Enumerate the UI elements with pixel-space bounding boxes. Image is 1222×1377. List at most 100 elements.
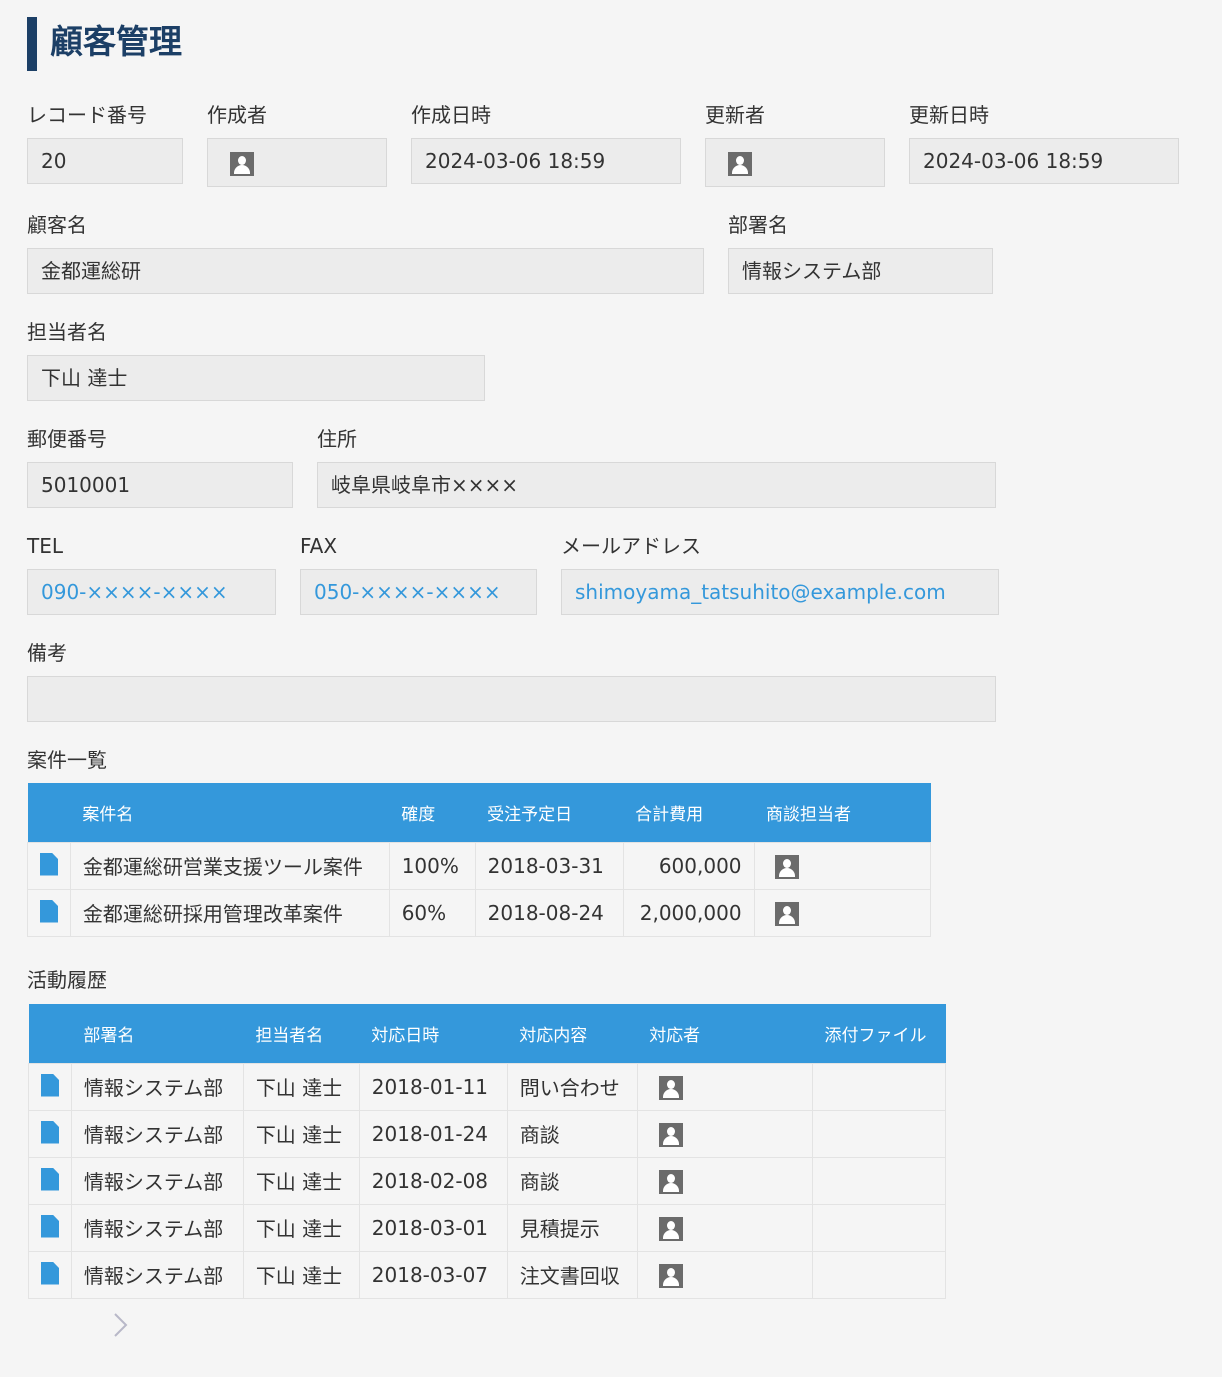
activity-attachment	[812, 1250, 946, 1299]
customer-name-field: 金都運総研	[27, 248, 704, 294]
user-icon[interactable]	[728, 152, 752, 176]
document-icon[interactable]	[41, 1261, 59, 1285]
activity-person: 下山 達士	[242, 1109, 360, 1158]
column-header: 対応内容	[507, 1004, 638, 1063]
activity-attachment	[812, 1203, 946, 1252]
table-row: 情報システム部 下山 達士 2018-02-08 商談	[28, 1156, 946, 1205]
document-icon[interactable]	[41, 1120, 59, 1144]
deal-probability: 60%	[388, 888, 476, 937]
user-icon[interactable]	[774, 854, 799, 879]
activity-attachment	[812, 1109, 946, 1158]
column-header: 対応日時	[359, 1004, 508, 1063]
column-header: 対応者	[637, 1004, 813, 1063]
updated-at-field: 2024-03-06 18:59	[909, 138, 1179, 184]
fax-link[interactable]: 050-××××-××××	[300, 569, 537, 615]
activity-content: 問い合わせ	[506, 1062, 638, 1111]
column-header: 案件名	[70, 783, 390, 842]
table-row: 情報システム部 下山 達士 2018-01-24 商談	[28, 1109, 946, 1158]
activity-date: 2018-02-08	[358, 1156, 508, 1205]
updated-at-label: 更新日時	[909, 103, 989, 127]
column-header: 添付ファイル	[812, 1004, 946, 1063]
creator-field	[207, 138, 387, 187]
activity-date: 2018-01-11	[358, 1062, 508, 1111]
activity-content: 商談	[506, 1156, 638, 1205]
deal-date: 2018-03-31	[474, 841, 624, 890]
activity-content: 商談	[506, 1109, 638, 1158]
column-header: 合計費用	[623, 783, 755, 842]
chevron-right-icon[interactable]	[112, 1312, 128, 1338]
activity-dept: 情報システム部	[70, 1109, 244, 1158]
user-icon[interactable]	[230, 152, 254, 176]
activity-content: 注文書回収	[506, 1250, 638, 1299]
deal-name: 金都運総研採用管理改革案件	[69, 888, 390, 937]
created-at-label: 作成日時	[411, 103, 491, 127]
activity-attachment	[812, 1156, 946, 1205]
column-header: 担当者名	[243, 1004, 360, 1063]
document-icon[interactable]	[41, 1167, 59, 1191]
activity-attachment	[812, 1062, 946, 1111]
customer-name-label: 顧客名	[27, 213, 87, 237]
record-no-label: レコード番号	[27, 103, 147, 127]
email-link[interactable]: shimoyama_tatsuhito@example.com	[561, 569, 999, 615]
activity-person: 下山 達士	[242, 1156, 360, 1205]
department-field: 情報システム部	[728, 248, 993, 294]
user-icon[interactable]	[658, 1075, 683, 1100]
activity-date: 2018-01-24	[358, 1109, 508, 1158]
table-row: 情報システム部 下山 達士 2018-03-07 注文書回収	[28, 1250, 946, 1299]
table-row: 金都運総研営業支援ツール案件 100% 2018-03-31 600,000	[27, 841, 932, 890]
activity-dept: 情報システム部	[70, 1203, 244, 1252]
column-header: 確度	[389, 783, 476, 842]
postal-field: 5010001	[27, 462, 293, 508]
address-field: 岐阜県岐阜市××××	[317, 462, 996, 508]
person-field: 下山 達士	[27, 355, 485, 401]
notes-label: 備考	[27, 641, 67, 665]
table-row: 情報システム部 下山 達士 2018-01-11 問い合わせ	[28, 1062, 946, 1111]
fax-label: FAX	[300, 534, 338, 558]
updater-field	[705, 138, 885, 187]
email-label: メールアドレス	[561, 534, 701, 558]
created-at-field: 2024-03-06 18:59	[411, 138, 681, 184]
document-icon[interactable]	[40, 852, 58, 876]
table-row: 情報システム部 下山 達士 2018-03-01 見積提示	[28, 1203, 946, 1252]
table-header-row: 案件名 確度 受注予定日 合計費用 商談担当者	[27, 783, 931, 842]
activities-table: 部署名 担当者名 対応日時 対応内容 対応者 添付ファイル 情報システム部 下山…	[28, 1004, 946, 1299]
activity-person: 下山 達士	[242, 1062, 360, 1111]
user-icon[interactable]	[658, 1122, 683, 1147]
document-icon[interactable]	[40, 899, 58, 923]
person-label: 担当者名	[27, 320, 107, 344]
column-header: 部署名	[71, 1004, 244, 1063]
deals-label: 案件一覧	[27, 748, 107, 772]
record-no-field: 20	[27, 138, 183, 184]
deal-date: 2018-08-24	[474, 888, 624, 937]
activity-content: 見積提示	[506, 1203, 638, 1252]
postal-label: 郵便番号	[27, 427, 107, 451]
deal-cost: 600,000	[622, 841, 755, 890]
activity-date: 2018-03-01	[358, 1203, 508, 1252]
department-label: 部署名	[728, 213, 788, 237]
tel-link[interactable]: 090-××××-××××	[27, 569, 276, 615]
table-row: 金都運総研採用管理改革案件 60% 2018-08-24 2,000,000	[27, 888, 932, 937]
activity-dept: 情報システム部	[70, 1156, 244, 1205]
creator-label: 作成者	[207, 103, 267, 127]
tel-label: TEL	[27, 534, 63, 558]
user-icon[interactable]	[658, 1263, 683, 1288]
document-icon[interactable]	[41, 1073, 59, 1097]
user-icon[interactable]	[658, 1216, 683, 1241]
user-icon[interactable]	[774, 901, 799, 926]
notes-field	[27, 676, 996, 722]
column-header: 商談担当者	[754, 783, 931, 842]
activity-person: 下山 達士	[242, 1203, 360, 1252]
deal-name: 金都運総研営業支援ツール案件	[69, 841, 390, 890]
column-header: 受注予定日	[475, 783, 624, 842]
activity-date: 2018-03-07	[358, 1250, 508, 1299]
page-title: 顧客管理	[50, 22, 182, 61]
table-header-row: 部署名 担当者名 対応日時 対応内容 対応者 添付ファイル	[28, 1004, 946, 1063]
activity-dept: 情報システム部	[70, 1062, 244, 1111]
user-icon[interactable]	[658, 1169, 683, 1194]
updater-label: 更新者	[705, 103, 765, 127]
deals-table: 案件名 確度 受注予定日 合計費用 商談担当者 金都運総研営業支援ツール案件 1…	[27, 783, 932, 937]
activity-dept: 情報システム部	[70, 1250, 244, 1299]
document-icon[interactable]	[41, 1214, 59, 1238]
activities-label: 活動履歴	[27, 968, 107, 992]
activity-person: 下山 達士	[242, 1250, 360, 1299]
